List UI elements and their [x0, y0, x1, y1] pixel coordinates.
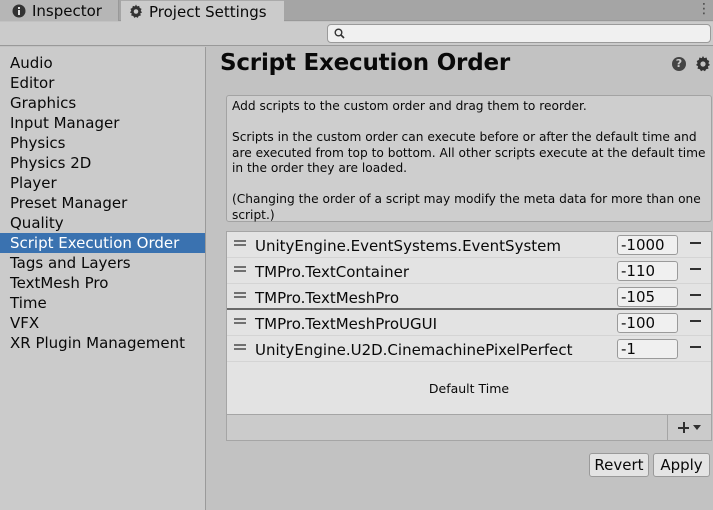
help-info-box: Add scripts to the custom order and drag…: [226, 95, 712, 222]
search-icon: [334, 24, 345, 43]
tab-project-settings[interactable]: Project Settings: [121, 0, 284, 22]
dropdown-caret-icon: [693, 425, 701, 430]
sidebar-item-time[interactable]: Time: [0, 293, 205, 313]
sidebar-item-audio[interactable]: Audio: [0, 53, 205, 73]
script-name: UnityEngine.U2D.CinemachinePixelPerfect: [255, 341, 573, 359]
execution-order-field[interactable]: [617, 261, 678, 281]
revert-button[interactable]: Revert: [589, 453, 649, 477]
more-options-icon[interactable]: ⋮: [697, 1, 711, 17]
script-row[interactable]: UnityEngine.U2D.CinemachinePixelPerfect: [227, 336, 711, 362]
info-text: Scripts in the custom order can execute …: [232, 130, 706, 175]
sidebar-item-tags-and-layers[interactable]: Tags and Layers: [0, 253, 205, 273]
remove-script-icon[interactable]: [690, 320, 701, 322]
sidebar-item-physics-2d[interactable]: Physics 2D: [0, 153, 205, 173]
script-name: TMPro.TextMeshProUGUI: [255, 315, 438, 333]
sidebar-item-editor[interactable]: Editor: [0, 73, 205, 93]
add-script-button[interactable]: [667, 415, 711, 440]
sidebar-item-physics[interactable]: Physics: [0, 133, 205, 153]
execution-order-field[interactable]: [617, 313, 678, 333]
apply-button[interactable]: Apply: [653, 453, 710, 477]
script-name: UnityEngine.EventSystems.EventSystem: [255, 237, 561, 255]
sidebar-item-preset-manager[interactable]: Preset Manager: [0, 193, 205, 213]
script-row[interactable]: TMPro.TextMeshProUGUI: [227, 310, 711, 336]
settings-sidebar: Audio Editor Graphics Input Manager Phys…: [0, 47, 206, 510]
info-text: Add scripts to the custom order and drag…: [232, 99, 587, 113]
info-text: (Changing the order of a script may modi…: [232, 192, 701, 222]
tab-bar: Inspector Project Settings ⋮: [0, 0, 713, 22]
search-row: [0, 22, 713, 46]
tab-project-settings-label: Project Settings: [149, 2, 267, 21]
tab-inspector-label: Inspector: [32, 1, 102, 20]
sidebar-item-player[interactable]: Player: [0, 173, 205, 193]
gear-icon: [129, 4, 143, 19]
sidebar-item-xr-plugin-management[interactable]: XR Plugin Management: [0, 333, 205, 353]
list-footer: [227, 415, 711, 440]
drag-handle-icon[interactable]: [234, 240, 246, 246]
sidebar-item-quality[interactable]: Quality: [0, 213, 205, 233]
search-input[interactable]: [349, 26, 689, 41]
remove-script-icon[interactable]: [690, 346, 701, 348]
tab-inspector[interactable]: Inspector: [0, 0, 119, 21]
execution-order-field[interactable]: [617, 235, 678, 255]
default-time-row: Default Time: [227, 363, 711, 415]
drag-handle-icon[interactable]: [234, 344, 246, 350]
script-row[interactable]: TMPro.TextContainer: [227, 258, 711, 284]
sidebar-item-textmesh-pro[interactable]: TextMesh Pro: [0, 273, 205, 293]
remove-script-icon[interactable]: [690, 294, 701, 296]
sidebar-item-vfx[interactable]: VFX: [0, 313, 205, 333]
page-title: Script Execution Order: [220, 50, 511, 76]
remove-script-icon[interactable]: [690, 242, 701, 244]
default-time-label: Default Time: [428, 381, 510, 396]
remove-script-icon[interactable]: [690, 268, 701, 270]
search-field[interactable]: [327, 24, 711, 43]
settings-main-panel: Script Execution Order ? Add scripts to …: [207, 47, 713, 510]
sidebar-item-graphics[interactable]: Graphics: [0, 93, 205, 113]
script-order-list: UnityEngine.EventSystems.EventSystem TMP…: [226, 231, 712, 441]
drag-handle-icon[interactable]: [234, 318, 246, 324]
sidebar-item-script-execution-order[interactable]: Script Execution Order: [0, 233, 205, 253]
script-name: TMPro.TextMeshPro: [255, 289, 400, 307]
plus-icon: [678, 422, 689, 433]
execution-order-field[interactable]: [617, 339, 678, 359]
sidebar-item-input-manager[interactable]: Input Manager: [0, 113, 205, 133]
script-row[interactable]: UnityEngine.EventSystems.EventSystem: [227, 232, 711, 258]
script-row[interactable]: TMPro.TextMeshPro: [227, 284, 711, 310]
info-icon: [12, 4, 26, 18]
drag-handle-icon[interactable]: [234, 266, 246, 272]
script-name: TMPro.TextContainer: [255, 263, 410, 281]
help-icon[interactable]: ?: [672, 57, 686, 71]
drag-handle-icon[interactable]: [234, 292, 246, 298]
execution-order-field[interactable]: [617, 287, 678, 307]
settings-gear-icon[interactable]: [695, 56, 711, 72]
